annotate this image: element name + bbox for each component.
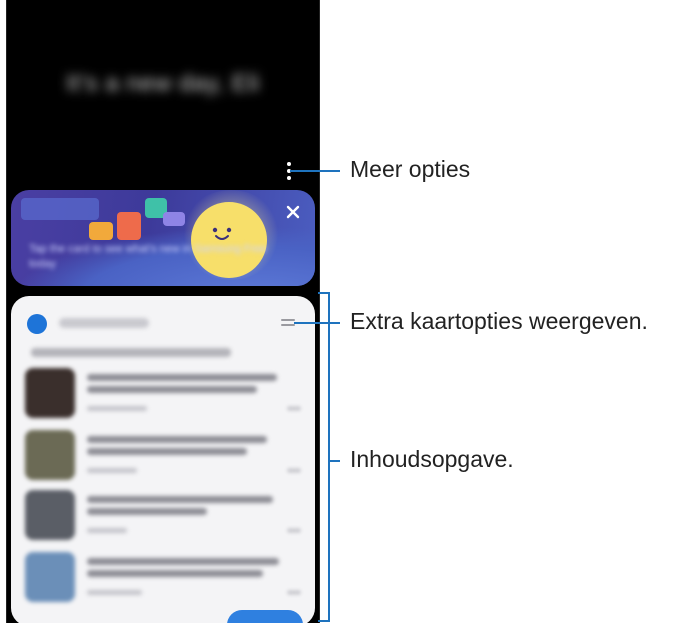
list-item[interactable] [25,490,305,548]
document-card-icon [117,212,141,240]
promo-banner[interactable]: Tap the card to see what's new in Samsun… [11,190,315,286]
card-subtitle [31,348,231,357]
list-item[interactable] [25,430,305,488]
callout-card-options: Extra kaartopties weergeven. [350,308,648,334]
callout-bracket-content [328,292,330,622]
card-options-icon[interactable] [281,318,295,328]
card-title [59,318,149,328]
callout-more-options: Meer opties [350,156,471,182]
news-card[interactable] [11,296,315,623]
more-options-icon [287,162,291,166]
card-action-button[interactable] [227,610,303,623]
greeting-text: It's a new day, Eli [66,70,260,97]
thumbnail [25,490,75,540]
banner-text: Tap the card to see what's new in Samsun… [29,243,267,270]
callout-line-more-options [290,170,340,172]
thumbnail [25,368,75,418]
thumbnail [25,430,75,480]
list-item[interactable] [25,552,305,610]
smiley-icon [212,227,232,240]
music-card-icon [163,212,185,226]
phone-screen: It's a new day, Eli Tap the card to see … [6,0,320,623]
card-app-icon [27,314,47,334]
play-card-icon [89,222,113,240]
close-icon[interactable] [285,204,301,220]
thumbnail [25,552,75,602]
callout-content: Inhoudsopgave. [350,446,514,472]
callout-line-card-options [294,322,340,324]
list-item[interactable] [25,368,305,426]
